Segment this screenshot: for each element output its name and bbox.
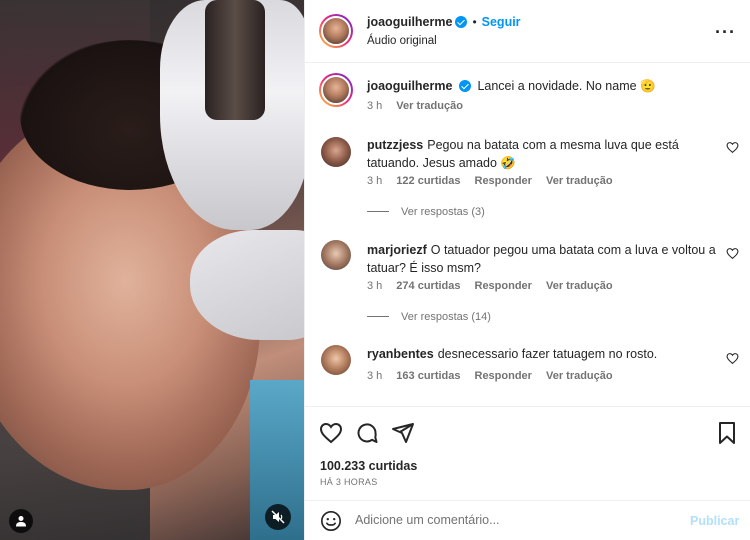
author-line: joaoguilherme • Seguir [367,15,521,29]
translate-link[interactable]: Ver tradução [546,370,613,382]
bookmark-icon[interactable] [715,421,739,445]
comment-text-block: putzzjess Pegou na batata com a mesma luv… [367,136,727,172]
media-tattoo-machine [205,0,265,120]
view-replies-label: Ver respostas (14) [401,311,491,323]
comment-text-block: ryanbentes desnecessario fazer tatuagem n… [367,345,727,363]
muted-audio-icon [271,510,285,524]
comment-meta: 3 h 122 curtidas Responder Ver tradução [367,175,627,187]
more-options-icon[interactable]: ··· [715,22,736,43]
caption-text-block: joaoguilherme Lancei a novidade. No name … [367,77,727,95]
comment-likes[interactable]: 274 curtidas [396,280,460,292]
verified-icon [459,80,472,92]
author-username[interactable]: joaoguilherme [367,15,452,29]
comment-time: 3 h [367,280,383,292]
caption-translate-link[interactable]: Ver tradução [396,100,463,112]
comment-meta: 3 h 274 curtidas Responder Ver tradução [367,280,627,292]
author-avatar[interactable] [319,14,353,48]
comment-time: 3 h [367,370,383,382]
heart-icon[interactable] [726,352,739,365]
translate-link[interactable]: Ver tradução [546,280,613,292]
verified-icon [455,16,468,28]
comment-icon[interactable] [355,421,379,445]
follow-button[interactable]: Seguir [482,15,521,29]
heart-icon[interactable] [319,421,343,445]
instagram-post-modal: joaoguilherme • Seguir Áudio original ··· … [0,0,750,540]
comments-list[interactable]: joaoguilherme Lancei a novidade. No name … [305,63,750,406]
add-comment-bar: Publicar [305,500,750,540]
audio-link[interactable]: Áudio original [367,35,437,47]
comment-username[interactable]: ryanbentes [367,347,434,361]
post-media[interactable] [0,0,304,540]
comment-likes[interactable]: 163 curtidas [396,370,460,382]
caption-avatar[interactable] [319,73,353,107]
post-actions: 100.233 curtidas HÁ 3 HORAS [305,406,750,492]
publish-button[interactable]: Publicar [690,514,739,528]
reply-button[interactable]: Responder [475,280,532,292]
comment-text-block: marjoriezf O tatuador pegou uma batata co… [367,241,727,277]
user-tag-icon [16,516,26,527]
caption-time: 3 h [367,100,383,112]
reply-button[interactable]: Responder [475,370,532,382]
share-icon[interactable] [391,421,415,445]
replies-divider [367,316,389,317]
comment-avatar[interactable] [321,345,351,375]
view-replies-button[interactable]: Ver respostas (3) [367,206,485,218]
comment-avatar[interactable] [321,240,351,270]
post-header: joaoguilherme • Seguir Áudio original ··· [305,0,750,63]
comment-input[interactable] [355,513,675,527]
caption-meta: 3 h Ver tradução [367,100,477,112]
comment-meta: 3 h 163 curtidas Responder Ver tradução [367,370,627,382]
post-timestamp: HÁ 3 HORAS [320,477,378,487]
comment-text: desnecessario fazer tatuagem no rosto. [437,347,658,361]
post-details-panel: joaoguilherme • Seguir Áudio original ··· … [304,0,750,540]
caption-text: Lancei a novidade. No name 🫡 [477,79,656,93]
translate-link[interactable]: Ver tradução [546,175,613,187]
comment-time: 3 h [367,175,383,187]
reply-button[interactable]: Responder [475,175,532,187]
comment-avatar[interactable] [321,137,351,167]
caption-username[interactable]: joaoguilherme [367,79,452,93]
replies-divider [367,211,389,212]
view-replies-label: Ver respostas (3) [401,206,485,218]
emoji-icon[interactable] [320,510,342,532]
heart-icon[interactable] [726,247,739,260]
comment-likes[interactable]: 122 curtidas [396,175,460,187]
heart-icon[interactable] [726,141,739,154]
likes-count[interactable]: 100.233 curtidas [320,459,417,473]
comment-username[interactable]: marjoriezf [367,243,427,257]
view-replies-button[interactable]: Ver respostas (14) [367,311,491,323]
user-tag-button[interactable] [9,509,33,533]
separator-dot: • [472,15,477,29]
comment-username[interactable]: putzzjess [367,138,423,152]
mute-toggle-button[interactable] [265,504,291,530]
